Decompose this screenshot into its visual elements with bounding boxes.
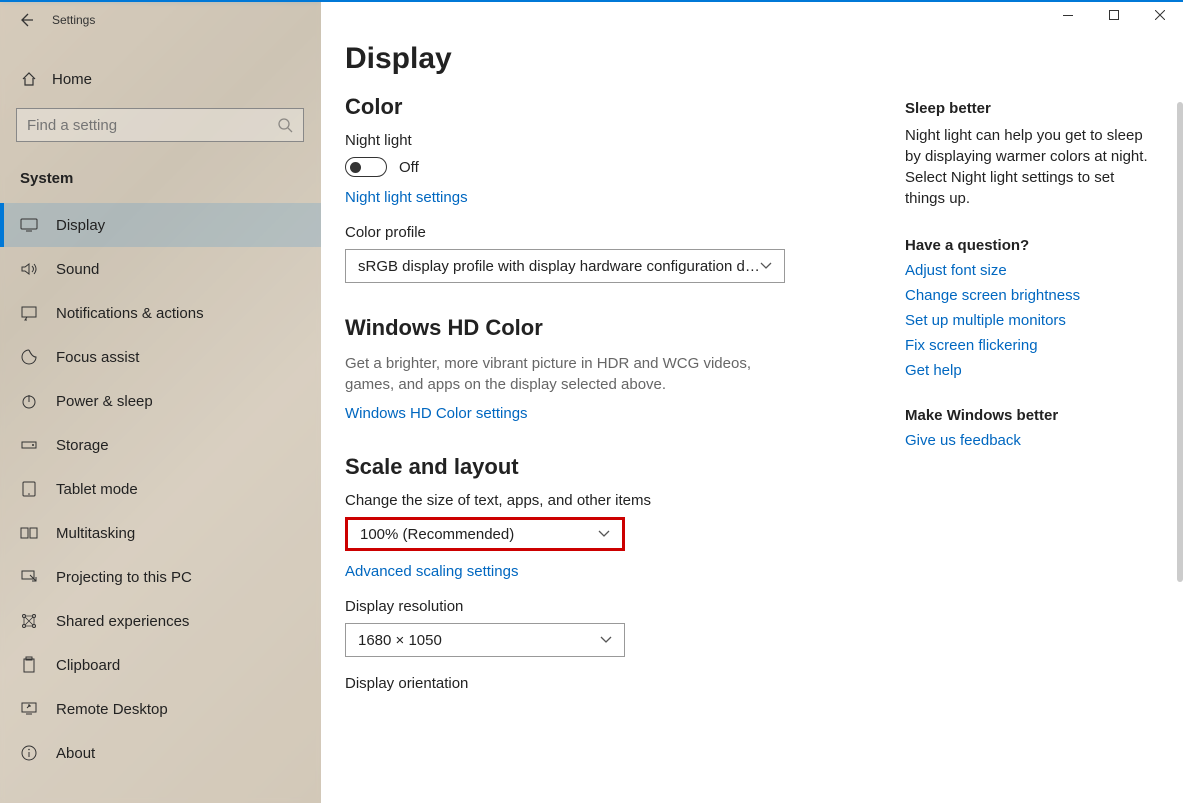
- projecting-icon: [20, 568, 38, 586]
- chevron-down-icon: [760, 262, 772, 270]
- hd-description: Get a brighter, more vibrant picture in …: [345, 353, 785, 395]
- window-title: Settings: [52, 13, 95, 27]
- night-light-toggle[interactable]: [345, 157, 387, 177]
- section-hd-heading: Windows HD Color: [345, 315, 889, 341]
- sidebar-item-label: Projecting to this PC: [56, 569, 192, 586]
- sidebar-item-notifications[interactable]: Notifications & actions: [0, 291, 321, 335]
- sidebar-item-label: About: [56, 745, 95, 762]
- sidebar-item-label: Shared experiences: [56, 613, 189, 630]
- back-button[interactable]: [18, 12, 34, 28]
- sidebar-item-multitasking[interactable]: Multitasking: [0, 511, 321, 555]
- sound-icon: [20, 260, 38, 278]
- search-input[interactable]: [16, 108, 304, 142]
- color-profile-label: Color profile: [345, 224, 889, 241]
- sidebar-item-label: Power & sleep: [56, 393, 153, 410]
- sidebar-item-label: Storage: [56, 437, 109, 454]
- window-controls: [1045, 0, 1183, 30]
- search-icon: [277, 117, 293, 133]
- remote-desktop-icon: [20, 700, 38, 718]
- home-icon: [20, 70, 38, 88]
- sidebar-item-label: Notifications & actions: [56, 305, 204, 322]
- orientation-label: Display orientation: [345, 675, 889, 692]
- link-multiple-monitors[interactable]: Set up multiple monitors: [905, 312, 1155, 329]
- clipboard-icon: [20, 656, 38, 674]
- night-light-state: Off: [399, 159, 419, 176]
- display-icon: [20, 216, 38, 234]
- sidebar-section-title: System: [0, 150, 321, 197]
- sidebar-item-focus-assist[interactable]: Focus assist: [0, 335, 321, 379]
- back-arrow-icon: [18, 12, 34, 28]
- storage-icon: [20, 436, 38, 454]
- resolution-label: Display resolution: [345, 598, 889, 615]
- link-give-feedback[interactable]: Give us feedback: [905, 432, 1155, 449]
- sidebar-item-label: Tablet mode: [56, 481, 138, 498]
- hd-settings-link[interactable]: Windows HD Color settings: [345, 405, 889, 422]
- chevron-down-icon: [600, 636, 612, 644]
- focus-assist-icon: [20, 348, 38, 366]
- aside: Sleep better Night light can help you ge…: [905, 42, 1155, 803]
- sidebar-item-label: Remote Desktop: [56, 701, 168, 718]
- feedback-heading: Make Windows better: [905, 407, 1155, 424]
- link-screen-flickering[interactable]: Fix screen flickering: [905, 337, 1155, 354]
- question-heading: Have a question?: [905, 237, 1155, 254]
- maximize-button[interactable]: [1091, 0, 1137, 30]
- titlebar: Settings: [0, 2, 321, 38]
- multitasking-icon: [20, 524, 38, 542]
- shared-icon: [20, 612, 38, 630]
- sidebar-item-shared[interactable]: Shared experiences: [0, 599, 321, 643]
- about-icon: [20, 744, 38, 762]
- tablet-icon: [20, 480, 38, 498]
- sidebar-item-sound[interactable]: Sound: [0, 247, 321, 291]
- night-light-label: Night light: [345, 132, 889, 149]
- page-title: Display: [345, 42, 889, 76]
- sleep-better-heading: Sleep better: [905, 100, 1155, 117]
- sidebar-nav: Display Sound Notifications & actions Fo…: [0, 203, 321, 775]
- advanced-scaling-link[interactable]: Advanced scaling settings: [345, 563, 889, 580]
- sidebar-item-label: Display: [56, 217, 105, 234]
- search-field[interactable]: [27, 117, 277, 134]
- sleep-better-body: Night light can help you get to sleep by…: [905, 125, 1155, 209]
- link-get-help[interactable]: Get help: [905, 362, 1155, 379]
- resolution-dropdown[interactable]: 1680 × 1050: [345, 623, 625, 657]
- resolution-value: 1680 × 1050: [358, 632, 442, 649]
- scrollbar[interactable]: [1177, 102, 1183, 582]
- section-color-heading: Color: [345, 94, 889, 120]
- close-button[interactable]: [1137, 0, 1183, 30]
- sidebar-item-about[interactable]: About: [0, 731, 321, 775]
- minimize-button[interactable]: [1045, 0, 1091, 30]
- sidebar-item-remote-desktop[interactable]: Remote Desktop: [0, 687, 321, 731]
- home-button[interactable]: Home: [0, 58, 321, 100]
- main-content: Display Color Night light Off Night ligh…: [321, 2, 1183, 803]
- home-label: Home: [52, 71, 92, 88]
- scale-value: 100% (Recommended): [360, 526, 514, 543]
- sidebar: Settings Home System Display: [0, 2, 321, 803]
- sidebar-item-label: Focus assist: [56, 349, 139, 366]
- sidebar-item-label: Clipboard: [56, 657, 120, 674]
- color-profile-value: sRGB display profile with display hardwa…: [358, 258, 760, 275]
- sidebar-item-storage[interactable]: Storage: [0, 423, 321, 467]
- link-adjust-font-size[interactable]: Adjust font size: [905, 262, 1155, 279]
- sidebar-item-label: Multitasking: [56, 525, 135, 542]
- sidebar-item-projecting[interactable]: Projecting to this PC: [0, 555, 321, 599]
- link-change-brightness[interactable]: Change screen brightness: [905, 287, 1155, 304]
- color-profile-dropdown[interactable]: sRGB display profile with display hardwa…: [345, 249, 785, 283]
- power-icon: [20, 392, 38, 410]
- sidebar-item-display[interactable]: Display: [0, 203, 321, 247]
- chevron-down-icon: [598, 530, 610, 538]
- sidebar-item-power[interactable]: Power & sleep: [0, 379, 321, 423]
- change-size-label: Change the size of text, apps, and other…: [345, 492, 889, 509]
- sidebar-item-tablet[interactable]: Tablet mode: [0, 467, 321, 511]
- night-light-settings-link[interactable]: Night light settings: [345, 189, 889, 206]
- sidebar-item-label: Sound: [56, 261, 99, 278]
- scale-dropdown[interactable]: 100% (Recommended): [345, 517, 625, 551]
- sidebar-item-clipboard[interactable]: Clipboard: [0, 643, 321, 687]
- section-scale-heading: Scale and layout: [345, 454, 889, 480]
- notifications-icon: [20, 304, 38, 322]
